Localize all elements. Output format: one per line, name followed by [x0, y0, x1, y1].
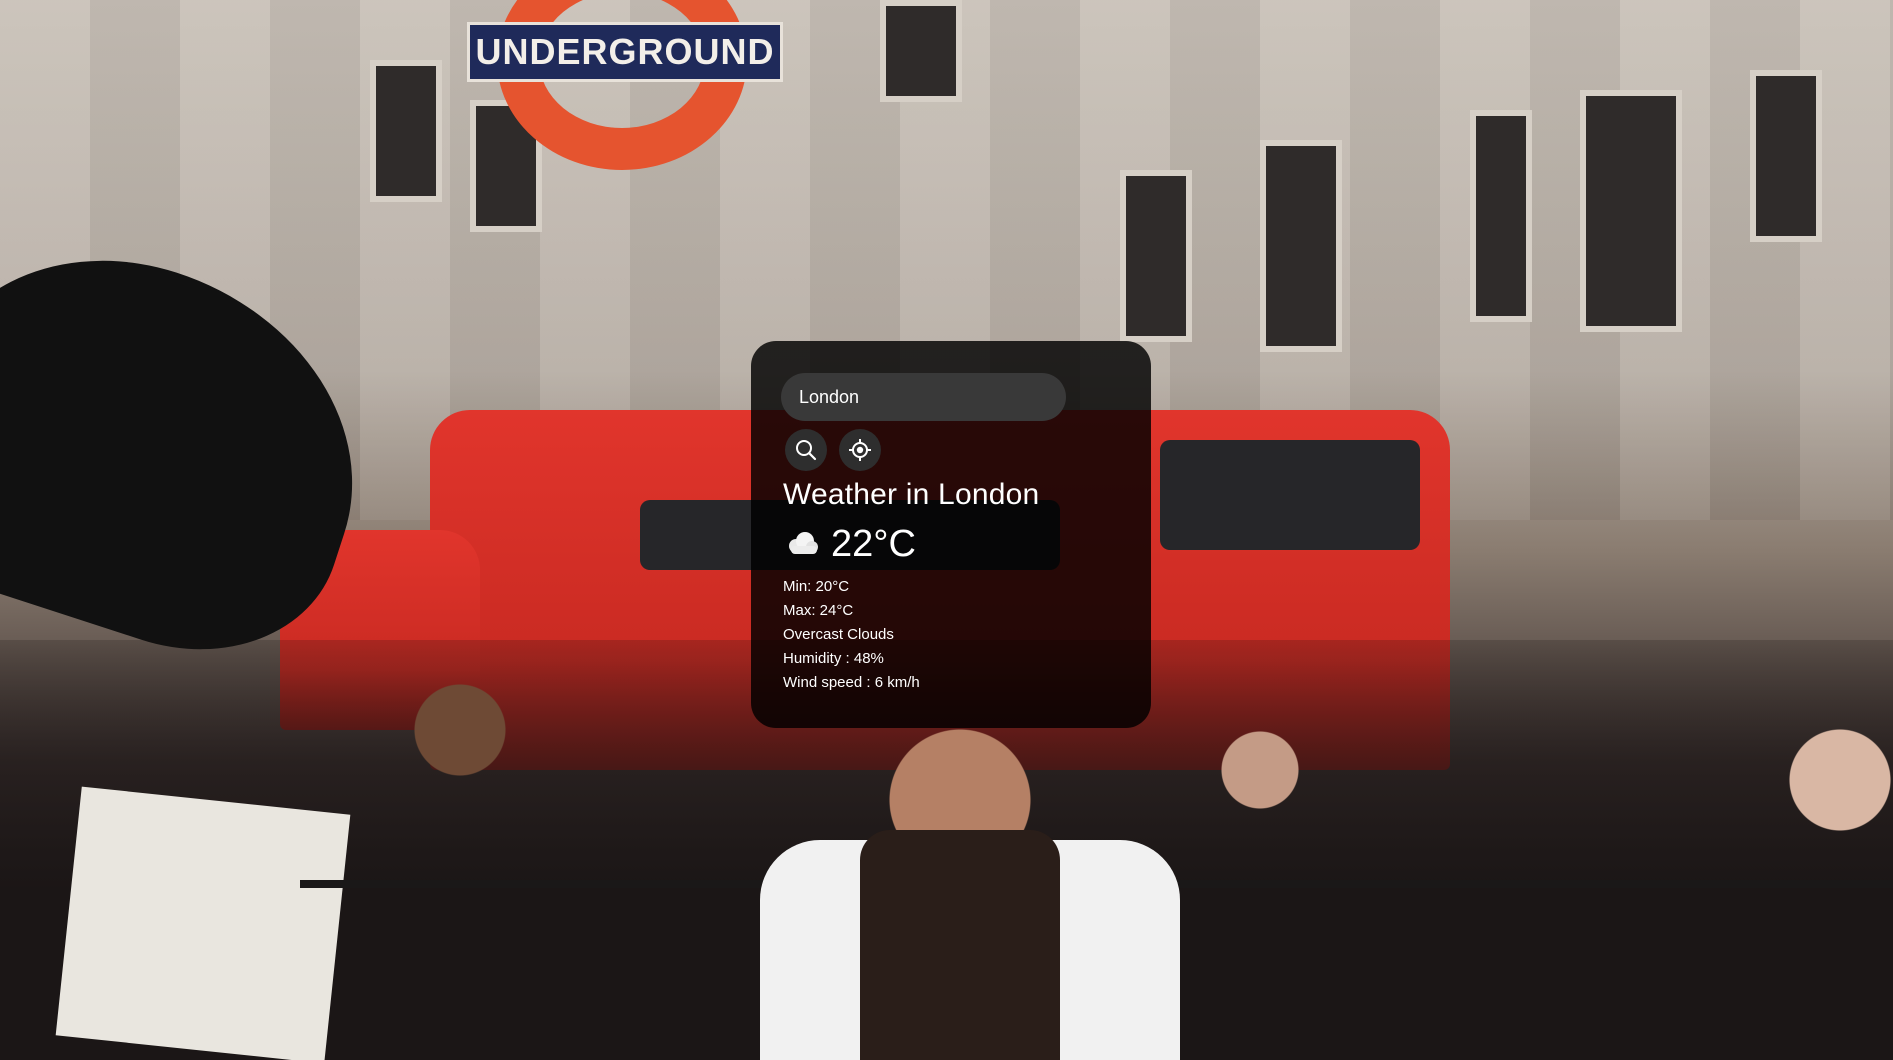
bus-window	[1160, 440, 1420, 550]
wind-speed: Wind speed : 6 km/h	[783, 674, 920, 691]
crosshair-location-icon	[848, 438, 872, 462]
building-window	[370, 60, 442, 202]
search-input[interactable]	[781, 373, 1066, 421]
city-title: Weather in London	[783, 478, 1040, 511]
weather-details: Min: 20°C Max: 24°C Overcast Clouds Humi…	[783, 575, 1119, 695]
building-window	[880, 0, 962, 102]
action-buttons	[785, 429, 1119, 471]
building-window	[1470, 110, 1532, 322]
newspaper	[55, 786, 351, 1060]
building-window	[1120, 170, 1192, 342]
weather-card: Weather in London 22°C Min: 20°C Max: 24…	[751, 341, 1151, 728]
building-window	[1750, 70, 1822, 242]
building-window	[1260, 140, 1342, 352]
search-icon	[794, 438, 818, 462]
building-window	[1580, 90, 1682, 332]
current-location-button[interactable]	[839, 429, 881, 471]
cloud-icon	[783, 529, 821, 559]
search-button[interactable]	[785, 429, 827, 471]
humidity: Humidity : 48%	[783, 650, 884, 667]
max-temperature: Max: 24°C	[783, 602, 854, 619]
underground-sign: UNDERGROUND	[467, 22, 783, 82]
temperature-row: 22°C	[783, 521, 1119, 567]
min-temperature: Min: 20°C	[783, 578, 850, 595]
weather-description: Overcast Clouds	[783, 626, 894, 643]
person-vest	[860, 830, 1060, 1060]
temperature: 22°C	[831, 523, 916, 565]
